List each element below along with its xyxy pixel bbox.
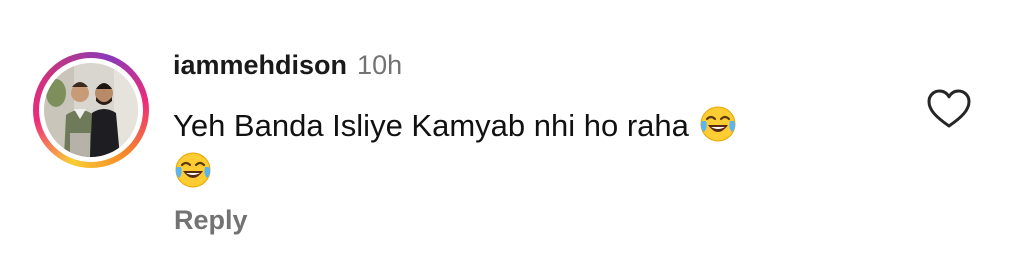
face-with-tears-of-joy-icon: [175, 152, 211, 188]
username-link[interactable]: iammehdison: [173, 50, 347, 81]
heart-outline-icon[interactable]: [926, 88, 972, 130]
comment-body: Yeh Banda Isliye Kamyab nhi ho raha: [173, 103, 873, 195]
comment-timestamp: 10h: [357, 50, 403, 80]
profile-photo-image: [44, 63, 138, 157]
reply-button[interactable]: Reply: [174, 205, 248, 236]
comment-text: Yeh Banda Isliye Kamyab nhi ho raha: [173, 108, 689, 143]
comment-item: iammehdison 10h Yeh Banda Isliye Kamyab …: [0, 0, 1024, 277]
avatar-photo: [44, 63, 138, 157]
avatar[interactable]: [33, 52, 149, 168]
avatar-ring-gap: [39, 58, 143, 162]
comment-header: iammehdison 10h: [173, 50, 402, 86]
face-with-tears-of-joy-icon: [700, 106, 735, 142]
